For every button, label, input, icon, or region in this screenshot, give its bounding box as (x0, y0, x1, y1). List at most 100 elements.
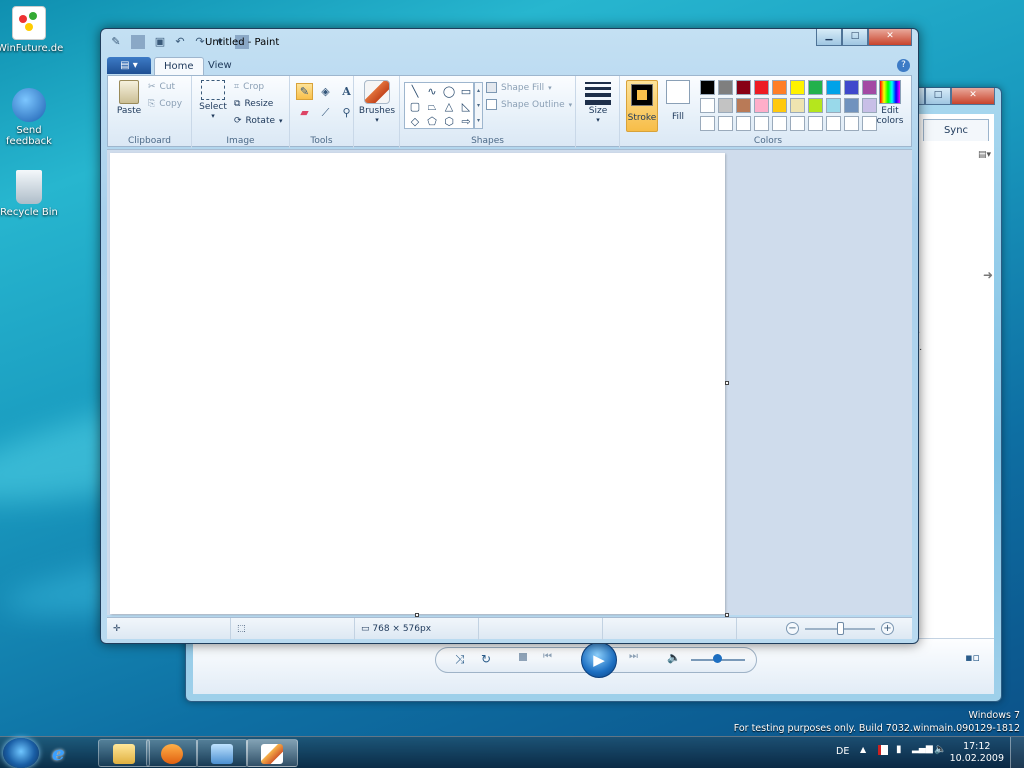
shape-outline-button[interactable]: Shape Outline ▾ (486, 99, 572, 110)
canvas-workspace[interactable] (107, 149, 912, 617)
palette-color-swatch[interactable] (718, 98, 733, 113)
taskbar-explorer[interactable] (98, 739, 150, 767)
palette-color-swatch[interactable] (718, 116, 733, 131)
right-triangle-shape-icon[interactable]: ◺ (458, 100, 474, 114)
taskbar-paint[interactable] (246, 739, 298, 767)
resize-handle-right[interactable] (725, 381, 729, 385)
palette-color-swatch[interactable] (736, 98, 751, 113)
palette-color-swatch[interactable] (826, 80, 841, 95)
arrow-right-icon[interactable]: ➜ (983, 268, 993, 282)
palette-color-swatch[interactable] (718, 80, 733, 95)
palette-color-swatch[interactable] (754, 80, 769, 95)
zoom-slider-thumb[interactable] (837, 621, 844, 635)
application-menu-button[interactable]: ▤ ▾ (107, 57, 151, 74)
palette-color-swatch[interactable] (736, 116, 751, 131)
polygon-shape-icon[interactable]: ⏢ (424, 100, 440, 114)
palette-color-swatch[interactable] (772, 98, 787, 113)
tab-view[interactable]: View (199, 57, 241, 75)
curve-shape-icon[interactable]: ∿ (424, 85, 440, 99)
network-signal-icon[interactable]: ▂▄▆ (912, 744, 933, 754)
volume-icon[interactable]: 🔈 (667, 651, 681, 664)
undo-icon[interactable]: ↶ (173, 35, 187, 49)
select-button[interactable]: Select ▾ (198, 80, 228, 120)
palette-color-swatch[interactable] (754, 116, 769, 131)
text-icon[interactable]: A (338, 83, 355, 100)
tab-sync[interactable]: Sync (923, 119, 989, 141)
close-button[interactable]: ✕ (951, 88, 995, 105)
previous-icon[interactable]: ⏮ (543, 651, 552, 662)
palette-color-swatch[interactable] (790, 98, 805, 113)
paint-window[interactable]: ✎ ▣ ↶ ↷ ▾ Untitled - Paint ▁ □ ✕ ▤ ▾ Hom… (100, 28, 919, 644)
desktop-icon-winfuture[interactable]: WinFuture.de (0, 6, 63, 54)
maximize-button[interactable]: □ (925, 88, 951, 105)
pentagon-shape-icon[interactable]: ⬠ (424, 115, 440, 129)
oval-shape-icon[interactable]: ◯ (441, 85, 457, 99)
palette-color-swatch[interactable] (790, 80, 805, 95)
palette-color-swatch[interactable] (772, 116, 787, 131)
palette-color-swatch[interactable] (844, 116, 859, 131)
shape-fill-button[interactable]: Shape Fill ▾ (486, 82, 552, 93)
play-button[interactable]: ▶ (581, 642, 617, 678)
zoom-in-button[interactable]: + (881, 622, 894, 635)
stop-icon[interactable] (519, 653, 527, 661)
volume-icon[interactable]: 🔈 (934, 744, 946, 755)
internet-explorer-icon[interactable]: e (52, 741, 82, 765)
resize-button[interactable]: ⧉ Resize (234, 99, 273, 109)
cut-button[interactable]: ✂ Cut (148, 82, 175, 92)
palette-color-swatch[interactable] (700, 116, 715, 131)
palette-color-swatch[interactable] (844, 80, 859, 95)
magnifier-icon[interactable]: ⚲ (338, 104, 355, 121)
view-options-icon[interactable]: ▤▾ (978, 150, 991, 160)
crop-button[interactable]: ⌗ Crop (234, 82, 264, 92)
close-button[interactable]: ✕ (868, 29, 912, 46)
stroke-color-button[interactable]: Stroke (626, 80, 658, 132)
palette-color-swatch[interactable] (772, 80, 787, 95)
volume-slider-thumb[interactable] (713, 654, 722, 663)
zoom-slider[interactable] (805, 621, 875, 635)
language-indicator[interactable]: DE (836, 746, 849, 757)
palette-color-swatch[interactable] (790, 116, 805, 131)
brushes-button[interactable]: Brushes ▾ (358, 80, 396, 124)
show-desktop-button[interactable] (1010, 737, 1024, 768)
drawing-canvas[interactable] (110, 153, 725, 614)
rotate-button[interactable]: ⟳ Rotate ▾ (234, 116, 283, 126)
rectangle-shape-icon[interactable]: ▭ (458, 85, 474, 99)
minimize-button[interactable]: ▁ (816, 29, 842, 46)
fill-color-button[interactable]: Fill (664, 80, 692, 132)
eraser-icon[interactable]: ▰ (296, 104, 313, 121)
repeat-icon[interactable]: ↻ (481, 652, 491, 666)
palette-color-swatch[interactable] (808, 98, 823, 113)
palette-color-swatch[interactable] (736, 80, 751, 95)
switch-to-now-playing-icon[interactable]: ▪▫ (965, 651, 980, 664)
start-button[interactable] (3, 738, 39, 768)
shapes-scroll[interactable]: ▴ ▾ ▾ (474, 82, 483, 129)
next-icon[interactable]: ⏭ (629, 651, 638, 662)
shuffle-icon[interactable]: ⤨ (455, 652, 465, 667)
hexagon-shape-icon[interactable]: ⬡ (441, 115, 457, 129)
shapes-gallery[interactable]: ╲ ∿ ◯ ▭ ▢ ⏢ △ ◺ ◇ ⬠ ⬡ ⇨ (404, 82, 474, 129)
action-center-flag-icon[interactable] (878, 745, 888, 755)
rounded-rectangle-shape-icon[interactable]: ▢ (407, 100, 423, 114)
pencil-icon[interactable]: ✎ (296, 83, 313, 100)
palette-color-swatch[interactable] (700, 98, 715, 113)
palette-color-swatch[interactable] (826, 98, 841, 113)
triangle-shape-icon[interactable]: △ (441, 100, 457, 114)
palette-color-swatch[interactable] (754, 98, 769, 113)
zoom-out-button[interactable]: − (786, 622, 799, 635)
edit-colors-button[interactable]: Edit colors (872, 80, 908, 126)
diamond-shape-icon[interactable]: ◇ (407, 115, 423, 129)
palette-color-swatch[interactable] (808, 80, 823, 95)
paste-button[interactable]: Paste (114, 80, 144, 116)
tab-home[interactable]: Home (154, 57, 204, 75)
desktop-icon-recycle-bin[interactable]: Recycle Bin (0, 170, 61, 218)
copy-button[interactable]: ⎘ Copy (148, 99, 182, 109)
palette-color-swatch[interactable] (826, 116, 841, 131)
maximize-button[interactable]: □ (842, 29, 868, 46)
taskbar-network[interactable] (196, 739, 248, 767)
desktop-icon-send-feedback[interactable]: Send feedback (0, 88, 61, 147)
line-shape-icon[interactable]: ╲ (407, 85, 423, 99)
clock[interactable]: 17:12 10.02.2009 (950, 741, 1004, 765)
show-hidden-icons-icon[interactable]: ▲ (860, 745, 866, 754)
palette-color-swatch[interactable] (700, 80, 715, 95)
color-picker-icon[interactable]: ⟋ (317, 104, 334, 121)
